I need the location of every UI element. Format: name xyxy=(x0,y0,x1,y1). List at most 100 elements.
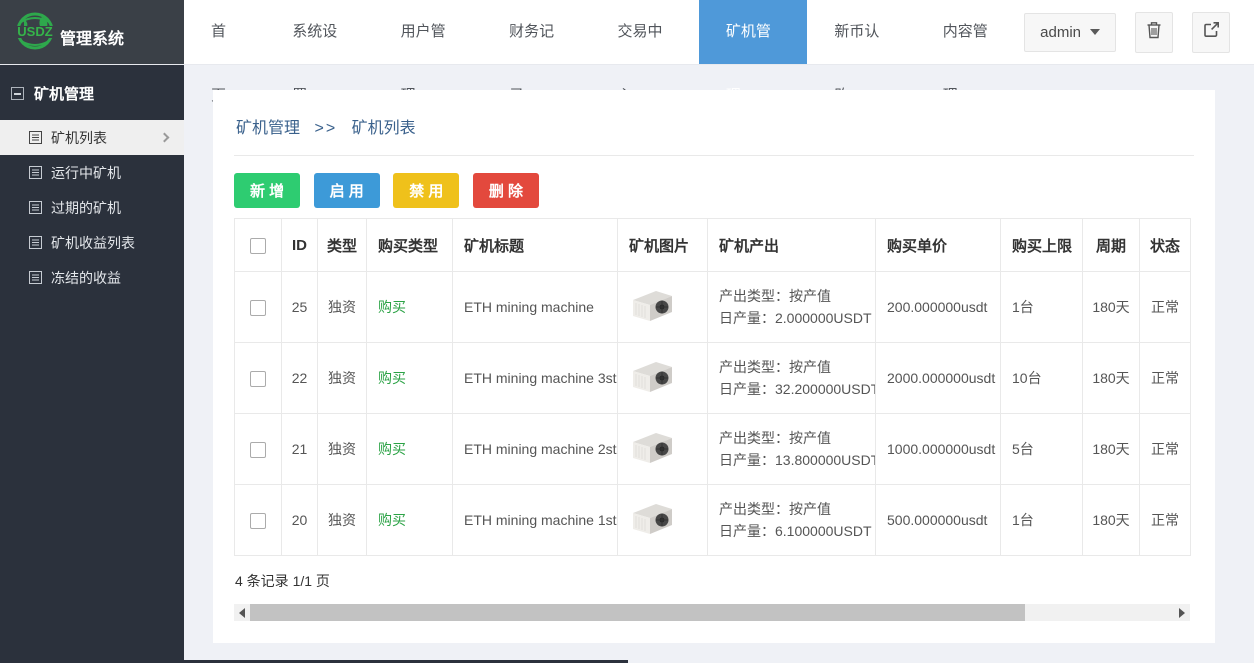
buy-type-link[interactable]: 购买 xyxy=(378,370,406,386)
add-button[interactable]: 新 增 xyxy=(234,173,300,208)
output-type: 产出类型：按产值 xyxy=(719,498,875,520)
row-checkbox[interactable] xyxy=(250,371,266,387)
nav-item-miner-management[interactable]: 矿机管理 xyxy=(699,0,807,64)
logout-button[interactable] xyxy=(1192,12,1230,53)
trash-icon xyxy=(1146,21,1162,44)
scroll-right-arrow-icon[interactable] xyxy=(1174,604,1190,621)
cell-image xyxy=(618,414,708,485)
output-daily: 日产量：13.800000USDT xyxy=(719,449,875,471)
sidebar-item-expired-miners[interactable]: 过期的矿机 xyxy=(0,190,184,225)
sidebar-item-miner-earnings[interactable]: 矿机收益列表 xyxy=(0,225,184,260)
row-checkbox[interactable] xyxy=(250,300,266,316)
output-daily: 日产量：2.000000USDT xyxy=(719,307,875,329)
disable-button[interactable]: 禁 用 xyxy=(393,173,459,208)
cell-period: 180天 xyxy=(1083,343,1140,414)
header-price: 购买单价 xyxy=(876,219,1001,272)
scrollbar-thumb[interactable] xyxy=(250,604,1025,621)
sidebar-item-label: 矿机收益列表 xyxy=(51,233,135,253)
cell-period: 180天 xyxy=(1083,272,1140,343)
cell-id: 22 xyxy=(282,343,318,414)
logout-icon xyxy=(1203,21,1220,43)
buy-type-link[interactable]: 购买 xyxy=(378,299,406,315)
select-all-checkbox[interactable] xyxy=(250,238,266,254)
buy-type-link[interactable]: 购买 xyxy=(378,512,406,528)
table-row: 22 独资 购买 ETH mining machine 3st 产出类型：按产值… xyxy=(235,343,1191,414)
cell-id: 20 xyxy=(282,485,318,556)
output-type: 产出类型：按产值 xyxy=(719,356,875,378)
list-icon xyxy=(29,131,42,144)
nav-item-trade-center[interactable]: 交易中心 xyxy=(590,0,698,64)
cell-id: 25 xyxy=(282,272,318,343)
cell-title: ETH mining machine 3st xyxy=(453,343,618,414)
app-title: 管理系统 xyxy=(60,25,124,49)
header-image: 矿机图片 xyxy=(618,219,708,272)
cell-output: 产出类型：按产值 日产量：2.000000USDT xyxy=(708,272,876,343)
cell-id: 21 xyxy=(282,414,318,485)
table-header-row: ID 类型 购买类型 矿机标题 矿机图片 矿机产出 购买单价 购买上限 周期 状… xyxy=(235,219,1191,272)
output-type: 产出类型：按产值 xyxy=(719,285,875,307)
miner-table: ID 类型 购买类型 矿机标题 矿机图片 矿机产出 购买单价 购买上限 周期 状… xyxy=(234,218,1191,556)
cell-status: 正常 xyxy=(1140,343,1191,414)
top-right-controls: admin xyxy=(1024,0,1254,64)
cell-type: 独资 xyxy=(318,343,367,414)
row-checkbox[interactable] xyxy=(250,442,266,458)
list-icon xyxy=(29,201,42,214)
sidebar-item-frozen-earnings[interactable]: 冻结的收益 xyxy=(0,260,184,295)
nav-item-home[interactable]: 首页 xyxy=(184,0,265,64)
scroll-left-arrow-icon[interactable] xyxy=(234,604,250,621)
sidebar-section-title: 矿机管理 xyxy=(34,83,94,104)
sidebar-item-running-miners[interactable]: 运行中矿机 xyxy=(0,155,184,190)
cell-image xyxy=(618,272,708,343)
breadcrumb-current: 矿机列表 xyxy=(352,120,416,137)
toolbar: 新 增 启 用 禁 用 删 除 xyxy=(234,173,1194,208)
table-row: 20 独资 购买 ETH mining machine 1st 产出类型：按产值… xyxy=(235,485,1191,556)
cell-limit: 5台 xyxy=(1001,414,1083,485)
sidebar-item-miner-list[interactable]: 矿机列表 xyxy=(0,120,184,155)
header-limit: 购买上限 xyxy=(1001,219,1083,272)
content-panel: 矿机管理 >> 矿机列表 新 增 启 用 禁 用 删 除 xyxy=(213,90,1215,643)
nav-item-user-management[interactable]: 用户管理 xyxy=(374,0,482,64)
output-type: 产出类型：按产值 xyxy=(719,427,875,449)
header-period: 周期 xyxy=(1083,219,1140,272)
cell-price: 200.000000usdt xyxy=(876,272,1001,343)
globe-logo-icon: USDZ xyxy=(12,9,58,55)
cell-output: 产出类型：按产值 日产量：6.100000USDT xyxy=(708,485,876,556)
clear-cache-button[interactable] xyxy=(1135,12,1173,53)
nav-item-system-settings[interactable]: 系统设置 xyxy=(265,0,373,64)
cell-title: ETH mining machine 2st xyxy=(453,414,618,485)
cell-buy-type: 购买 xyxy=(367,414,453,485)
cell-status: 正常 xyxy=(1140,485,1191,556)
cell-title: ETH mining machine xyxy=(453,272,618,343)
cell-output: 产出类型：按产值 日产量：13.800000USDT xyxy=(708,414,876,485)
chevron-down-icon xyxy=(1090,29,1100,35)
sidebar: 矿机管理 矿机列表 运行中矿机 过期的矿机 矿机收益列表 冻结的收益 xyxy=(0,65,184,663)
nav-item-finance-records[interactable]: 财务记录 xyxy=(482,0,590,64)
table-row: 21 独资 购买 ETH mining machine 2st 产出类型：按产值… xyxy=(235,414,1191,485)
nav-item-content-management[interactable]: 内容管理 xyxy=(916,0,1024,64)
sidebar-item-label: 运行中矿机 xyxy=(51,163,121,183)
cell-image xyxy=(618,343,708,414)
row-checkbox[interactable] xyxy=(250,513,266,529)
user-dropdown[interactable]: admin xyxy=(1024,13,1116,52)
list-icon xyxy=(29,271,42,284)
cell-limit: 1台 xyxy=(1001,485,1083,556)
horizontal-scrollbar[interactable] xyxy=(234,604,1190,621)
collapse-minus-icon xyxy=(11,87,24,100)
sidebar-item-label: 过期的矿机 xyxy=(51,198,121,218)
sidebar-section-header[interactable]: 矿机管理 xyxy=(0,83,184,120)
cell-status: 正常 xyxy=(1140,414,1191,485)
top-bar: USDZ 管理系统 首页 系统设置 用户管理 财务记录 交易中心 矿机管理 新币… xyxy=(0,0,1254,65)
delete-button[interactable]: 删 除 xyxy=(473,173,539,208)
header-output: 矿机产出 xyxy=(708,219,876,272)
enable-button[interactable]: 启 用 xyxy=(314,173,380,208)
buy-type-link[interactable]: 购买 xyxy=(378,441,406,457)
breadcrumb-parent[interactable]: 矿机管理 xyxy=(236,120,300,137)
header-type: 类型 xyxy=(318,219,367,272)
cell-price: 1000.000000usdt xyxy=(876,414,1001,485)
miner-image xyxy=(629,428,675,471)
header-buy-type: 购买类型 xyxy=(367,219,453,272)
nav-item-new-coin[interactable]: 新币认购 xyxy=(807,0,915,64)
cell-buy-type: 购买 xyxy=(367,343,453,414)
logo: USDZ 管理系统 xyxy=(0,0,184,64)
output-daily: 日产量：32.200000USDT xyxy=(719,378,875,400)
